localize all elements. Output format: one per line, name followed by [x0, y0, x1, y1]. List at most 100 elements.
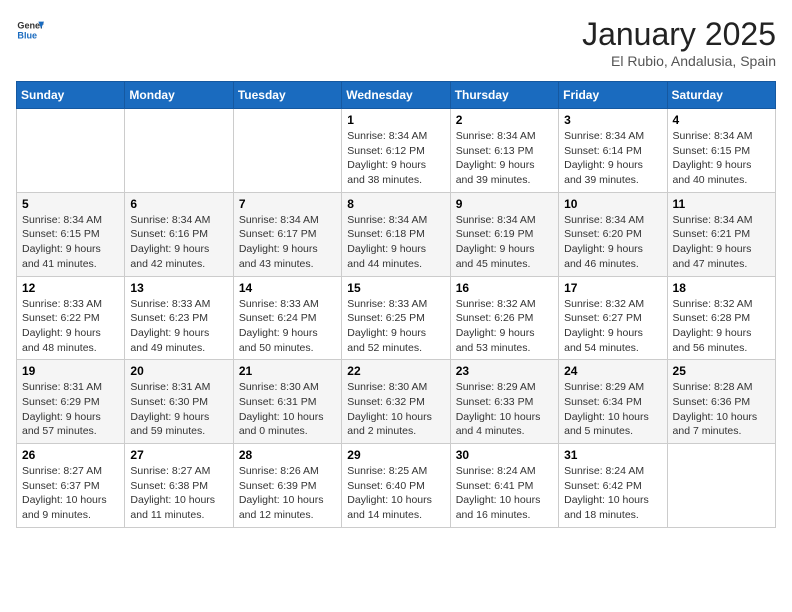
title-area: January 2025 El Rubio, Andalusia, Spain [582, 16, 776, 69]
day-number: 19 [22, 364, 119, 378]
calendar-day-23: 23 Sunrise: 8:29 AMSunset: 6:33 PMDayligh… [450, 360, 558, 444]
day-number: 16 [456, 281, 553, 295]
calendar-day-10: 10 Sunrise: 8:34 AMSunset: 6:20 PMDayligh… [559, 192, 667, 276]
calendar-day-27: 27 Sunrise: 8:27 AMSunset: 6:38 PMDayligh… [125, 444, 233, 528]
calendar-week-2: 5 Sunrise: 8:34 AMSunset: 6:15 PMDaylight… [17, 192, 776, 276]
day-number: 18 [673, 281, 770, 295]
empty-cell [233, 109, 341, 193]
month-title: January 2025 [582, 16, 776, 53]
day-info: Sunrise: 8:34 AMSunset: 6:18 PMDaylight:… [347, 214, 427, 270]
day-number: 29 [347, 448, 444, 462]
calendar-table: SundayMondayTuesdayWednesdayThursdayFrid… [16, 81, 776, 528]
day-info: Sunrise: 8:27 AMSunset: 6:38 PMDaylight:… [130, 465, 215, 521]
calendar-day-26: 26Sunrise: 8:27 AMSunset: 6:37 PMDayligh… [17, 444, 125, 528]
day-info: Sunrise: 8:34 AMSunset: 6:13 PMDaylight:… [456, 130, 536, 186]
weekday-header-friday: Friday [559, 82, 667, 109]
day-info: Sunrise: 8:34 AMSunset: 6:21 PMDaylight:… [673, 214, 753, 270]
day-info: Sunrise: 8:25 AMSunset: 6:40 PMDaylight:… [347, 465, 432, 521]
day-info: Sunrise: 8:30 AMSunset: 6:31 PMDaylight:… [239, 381, 324, 437]
day-number: 9 [456, 197, 553, 211]
calendar-day-30: 30 Sunrise: 8:24 AMSunset: 6:41 PMDayligh… [450, 444, 558, 528]
weekday-header-monday: Monday [125, 82, 233, 109]
calendar-day-28: 28 Sunrise: 8:26 AMSunset: 6:39 PMDayligh… [233, 444, 341, 528]
calendar-day-2: 2 Sunrise: 8:34 AMSunset: 6:13 PMDaylight… [450, 109, 558, 193]
day-number: 24 [564, 364, 661, 378]
day-number: 8 [347, 197, 444, 211]
logo-icon: General Blue [16, 16, 44, 44]
day-number: 25 [673, 364, 770, 378]
day-number: 27 [130, 448, 227, 462]
day-info: Sunrise: 8:33 AMSunset: 6:23 PMDaylight:… [130, 298, 210, 354]
day-info: Sunrise: 8:34 AMSunset: 6:20 PMDaylight:… [564, 214, 644, 270]
calendar-day-5: 5 Sunrise: 8:34 AMSunset: 6:15 PMDaylight… [17, 192, 125, 276]
day-number: 14 [239, 281, 336, 295]
weekday-header-tuesday: Tuesday [233, 82, 341, 109]
calendar-day-13: 13 Sunrise: 8:33 AMSunset: 6:23 PMDayligh… [125, 276, 233, 360]
calendar-day-25: 25 Sunrise: 8:28 AMSunset: 6:36 PMDayligh… [667, 360, 775, 444]
weekday-header-sunday: Sunday [17, 82, 125, 109]
calendar-day-29: 29 Sunrise: 8:25 AMSunset: 6:40 PMDayligh… [342, 444, 450, 528]
calendar-day-12: 12 Sunrise: 8:33 AMSunset: 6:22 PMDayligh… [17, 276, 125, 360]
calendar-day-18: 18Sunrise: 8:32 AMSunset: 6:28 PMDayligh… [667, 276, 775, 360]
day-number: 11 [673, 197, 770, 211]
day-number: 23 [456, 364, 553, 378]
day-number: 3 [564, 113, 661, 127]
calendar-day-21: 21 Sunrise: 8:30 AMSunset: 6:31 PMDayligh… [233, 360, 341, 444]
weekday-header-saturday: Saturday [667, 82, 775, 109]
day-number: 12 [22, 281, 119, 295]
day-info: Sunrise: 8:26 AMSunset: 6:39 PMDaylight:… [239, 465, 324, 521]
day-number: 30 [456, 448, 553, 462]
day-info: Sunrise: 8:34 AMSunset: 6:15 PMDaylight:… [673, 130, 753, 186]
day-info: Sunrise: 8:34 AMSunset: 6:17 PMDaylight:… [239, 214, 319, 270]
day-number: 17 [564, 281, 661, 295]
day-info: Sunrise: 8:29 AMSunset: 6:34 PMDaylight:… [564, 381, 649, 437]
calendar-day-3: 3 Sunrise: 8:34 AMSunset: 6:14 PMDaylight… [559, 109, 667, 193]
calendar-week-1: 1 Sunrise: 8:34 AMSunset: 6:12 PMDaylight… [17, 109, 776, 193]
day-info: Sunrise: 8:34 AMSunset: 6:16 PMDaylight:… [130, 214, 210, 270]
day-info: Sunrise: 8:24 AMSunset: 6:41 PMDaylight:… [456, 465, 541, 521]
calendar-week-3: 12 Sunrise: 8:33 AMSunset: 6:22 PMDayligh… [17, 276, 776, 360]
logo: General Blue [16, 16, 44, 44]
day-number: 28 [239, 448, 336, 462]
day-info: Sunrise: 8:32 AMSunset: 6:27 PMDaylight:… [564, 298, 644, 354]
day-info: Sunrise: 8:29 AMSunset: 6:33 PMDaylight:… [456, 381, 541, 437]
calendar-day-19: 19Sunrise: 8:31 AMSunset: 6:29 PMDayligh… [17, 360, 125, 444]
calendar-week-4: 19Sunrise: 8:31 AMSunset: 6:29 PMDayligh… [17, 360, 776, 444]
day-number: 7 [239, 197, 336, 211]
day-info: Sunrise: 8:28 AMSunset: 6:36 PMDaylight:… [673, 381, 758, 437]
day-info: Sunrise: 8:34 AMSunset: 6:12 PMDaylight:… [347, 130, 427, 186]
day-info: Sunrise: 8:34 AMSunset: 6:14 PMDaylight:… [564, 130, 644, 186]
day-number: 10 [564, 197, 661, 211]
day-number: 13 [130, 281, 227, 295]
day-number: 21 [239, 364, 336, 378]
day-number: 5 [22, 197, 119, 211]
calendar-day-8: 8 Sunrise: 8:34 AMSunset: 6:18 PMDaylight… [342, 192, 450, 276]
calendar-day-16: 16Sunrise: 8:32 AMSunset: 6:26 PMDayligh… [450, 276, 558, 360]
day-info: Sunrise: 8:33 AMSunset: 6:22 PMDaylight:… [22, 298, 102, 354]
calendar-week-5: 26Sunrise: 8:27 AMSunset: 6:37 PMDayligh… [17, 444, 776, 528]
day-number: 26 [22, 448, 119, 462]
day-number: 6 [130, 197, 227, 211]
calendar-day-24: 24 Sunrise: 8:29 AMSunset: 6:34 PMDayligh… [559, 360, 667, 444]
day-info: Sunrise: 8:31 AMSunset: 6:30 PMDaylight:… [130, 381, 210, 437]
calendar-day-6: 6 Sunrise: 8:34 AMSunset: 6:16 PMDaylight… [125, 192, 233, 276]
empty-cell [17, 109, 125, 193]
calendar-day-17: 17 Sunrise: 8:32 AMSunset: 6:27 PMDayligh… [559, 276, 667, 360]
svg-text:Blue: Blue [17, 30, 37, 40]
weekday-header-row: SundayMondayTuesdayWednesdayThursdayFrid… [17, 82, 776, 109]
day-number: 31 [564, 448, 661, 462]
day-number: 22 [347, 364, 444, 378]
day-info: Sunrise: 8:34 AMSunset: 6:15 PMDaylight:… [22, 214, 102, 270]
calendar-day-15: 15Sunrise: 8:33 AMSunset: 6:25 PMDayligh… [342, 276, 450, 360]
page-header: General Blue January 2025 El Rubio, Anda… [16, 16, 776, 69]
location: El Rubio, Andalusia, Spain [582, 53, 776, 69]
calendar-day-14: 14Sunrise: 8:33 AMSunset: 6:24 PMDayligh… [233, 276, 341, 360]
day-number: 2 [456, 113, 553, 127]
day-number: 1 [347, 113, 444, 127]
day-info: Sunrise: 8:24 AMSunset: 6:42 PMDaylight:… [564, 465, 649, 521]
calendar-day-1: 1 Sunrise: 8:34 AMSunset: 6:12 PMDaylight… [342, 109, 450, 193]
day-info: Sunrise: 8:33 AMSunset: 6:25 PMDaylight:… [347, 298, 427, 354]
calendar-day-22: 22Sunrise: 8:30 AMSunset: 6:32 PMDayligh… [342, 360, 450, 444]
calendar-day-11: 11 Sunrise: 8:34 AMSunset: 6:21 PMDayligh… [667, 192, 775, 276]
weekday-header-thursday: Thursday [450, 82, 558, 109]
